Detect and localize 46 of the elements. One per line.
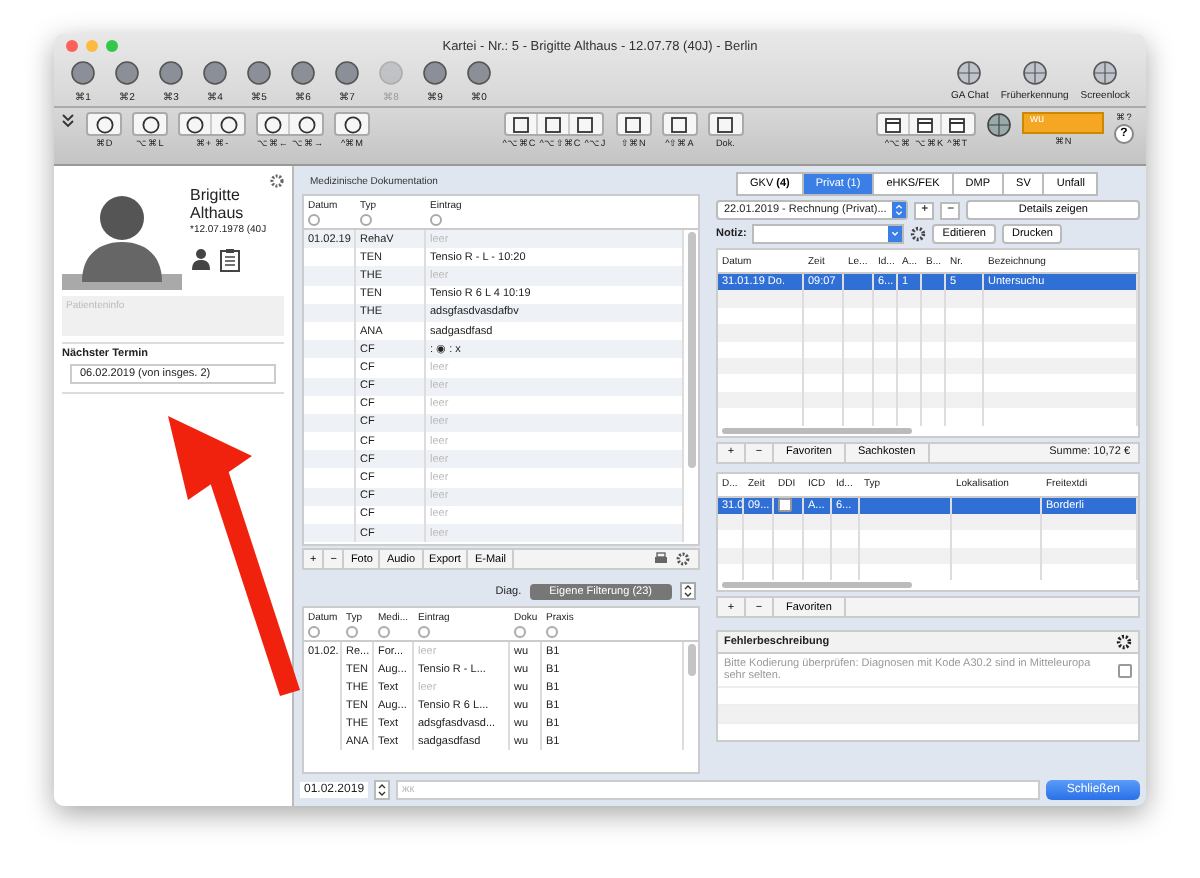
- scrollbar[interactable]: [688, 232, 696, 468]
- checkbox[interactable]: [1118, 663, 1132, 678]
- circle-icon: [186, 115, 204, 133]
- chevron-icon[interactable]: [62, 114, 74, 128]
- circle-icon: [378, 60, 404, 86]
- circle-icon: [466, 60, 492, 86]
- patient-last-name: Althaus: [190, 204, 246, 222]
- circle-icon: [141, 115, 159, 133]
- circle-icon: [297, 115, 315, 133]
- gear-icon[interactable]: [676, 552, 690, 566]
- scrollbar[interactable]: [722, 427, 911, 434]
- note-field[interactable]: [752, 224, 905, 244]
- patient-first-name: Brigitte: [190, 186, 242, 204]
- globe-icon: [1021, 60, 1048, 86]
- gear-icon[interactable]: [910, 226, 927, 242]
- circle-icon: [158, 60, 184, 86]
- circle-icon: [264, 115, 282, 133]
- scrollbar[interactable]: [722, 582, 911, 589]
- globe-icon[interactable]: [985, 112, 1012, 138]
- circle-icon: [246, 60, 272, 86]
- circle-icon: [114, 60, 140, 86]
- printer-icon[interactable]: [654, 552, 668, 566]
- globe-icon: [956, 60, 983, 86]
- circle-icon: [70, 60, 96, 86]
- stepper-icon[interactable]: [374, 780, 391, 800]
- stepper-icon[interactable]: [680, 582, 696, 600]
- circle-icon: [202, 60, 228, 86]
- circle-icon: [343, 115, 361, 133]
- square-icon: [543, 115, 562, 133]
- circle-icon: [334, 60, 360, 86]
- circle-icon: [422, 60, 448, 86]
- circle-icon: [219, 115, 237, 133]
- square-icon: [511, 115, 530, 133]
- square-icon: [576, 115, 595, 133]
- dropdown-arrow-icon[interactable]: [888, 226, 903, 242]
- circle-icon: [290, 60, 316, 86]
- clipboard-icon[interactable]: [220, 248, 240, 272]
- person-icon[interactable]: [190, 248, 212, 270]
- square-icon: [624, 115, 643, 133]
- square-icon: [670, 115, 689, 133]
- square-icon: [716, 115, 735, 133]
- circle-icon: [95, 115, 113, 133]
- globe-icon: [1092, 60, 1119, 86]
- gear-icon[interactable]: [1116, 634, 1132, 651]
- scrollbar[interactable]: [688, 644, 696, 676]
- checkbox[interactable]: [778, 498, 792, 513]
